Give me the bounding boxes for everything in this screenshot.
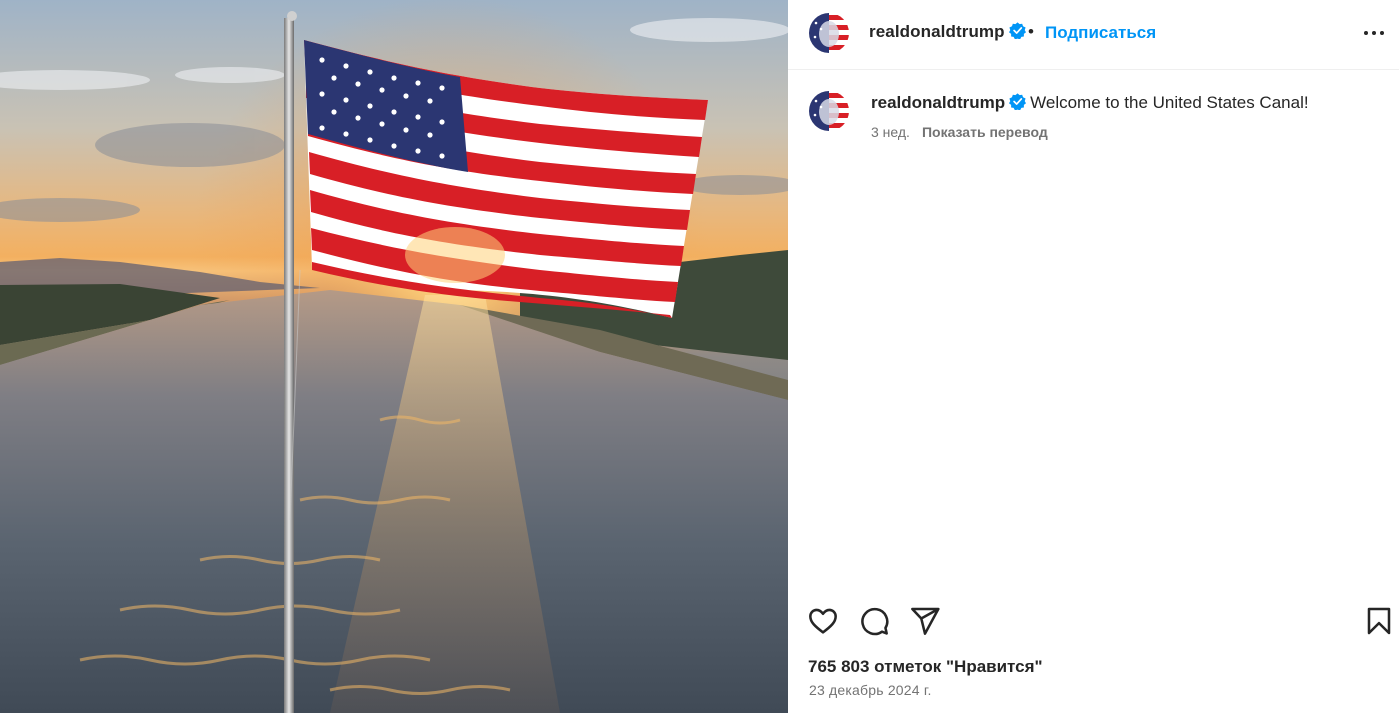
show-translation-link[interactable]: Показать перевод [922, 124, 1048, 140]
separator-dot: • [1028, 22, 1034, 41]
comment-icon[interactable] [858, 605, 890, 637]
time-ago[interactable]: 3 нед. [871, 124, 910, 140]
post-image [0, 0, 788, 713]
flag-over-canal-photo [0, 0, 788, 713]
post-date: 23 декабрь 2024 г. [809, 682, 932, 698]
likes-count[interactable]: 765 803 отметок "Нравится" [808, 657, 1043, 677]
avatar-image [809, 91, 849, 131]
avatar-image [809, 13, 849, 53]
caption-meta: 3 нед. Показать перевод [871, 124, 1048, 140]
caption-text: Welcome to the United States Canal! [1030, 93, 1309, 112]
caption: realdonaldtrump Welcome to the United Sta… [871, 93, 1309, 113]
caption-avatar[interactable] [809, 91, 849, 131]
header-username[interactable]: realdonaldtrump [869, 22, 1026, 42]
username-text[interactable]: realdonaldtrump [869, 22, 1005, 41]
send-icon[interactable] [909, 605, 941, 637]
post-details-panel: realdonaldtrump • Подписаться realdonald… [788, 0, 1399, 713]
bookmark-icon[interactable] [1363, 605, 1395, 637]
more-options-icon[interactable] [1361, 20, 1387, 46]
post-header: realdonaldtrump • Подписаться [788, 0, 1399, 70]
caption-username[interactable]: realdonaldtrump [871, 93, 1005, 112]
follow-button[interactable]: Подписаться [1045, 23, 1156, 43]
heart-icon[interactable] [807, 605, 839, 637]
avatar[interactable] [809, 13, 849, 53]
action-bar [788, 600, 1399, 640]
verified-badge-icon [1009, 93, 1027, 111]
verified-badge-icon [1008, 22, 1026, 40]
